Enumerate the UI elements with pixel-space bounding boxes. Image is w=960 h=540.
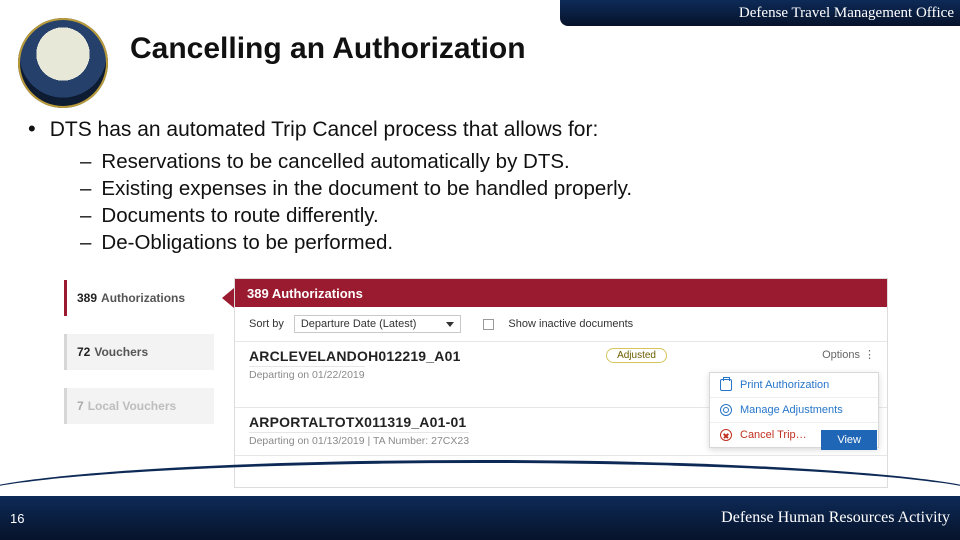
sidebar-item-authorizations[interactable]: 389 Authorizations [64, 280, 214, 316]
sidebar-label: Vouchers [94, 345, 148, 359]
sort-row: Sort by Departure Date (Latest) Show ina… [235, 307, 887, 342]
sub-bullet: Reservations to be cancelled automatical… [80, 150, 932, 174]
sidebar-item-vouchers[interactable]: 72 Vouchers [64, 334, 214, 370]
sub-bullets: Reservations to be cancelled automatical… [80, 150, 932, 255]
page-title: Cancelling an Authorization [130, 32, 526, 66]
sub-bullet: Documents to route differently. [80, 204, 932, 228]
dod-seal-icon [18, 18, 108, 108]
sort-label: Sort by [249, 318, 284, 330]
view-button[interactable]: View [821, 430, 877, 450]
sidebar-count: 389 [77, 291, 97, 305]
body-content: DTS has an automated Trip Cancel process… [28, 116, 932, 255]
doc-type-sidebar: 389 Authorizations 72 Vouchers 7 Local V… [64, 280, 214, 442]
sidebar-item-local-vouchers[interactable]: 7 Local Vouchers [64, 388, 214, 424]
menu-print-authorization[interactable]: Print Authorization [710, 373, 878, 398]
sort-select[interactable]: Departure Date (Latest) [294, 315, 462, 333]
sub-bullet: Existing expenses in the document to be … [80, 177, 932, 201]
dts-screenshot: 389 Authorizations 72 Vouchers 7 Local V… [60, 278, 890, 492]
sidebar-count: 7 [77, 399, 84, 413]
document-meta: Departing on 01/22/2019 [249, 366, 365, 381]
active-pointer-icon [222, 288, 234, 308]
print-icon [720, 379, 732, 391]
show-inactive-checkbox[interactable] [483, 319, 494, 330]
panel-header: 389 Authorizations [235, 279, 887, 307]
document-name: ARPORTALTOTX011319_A01-01 [249, 414, 873, 430]
options-trigger[interactable]: Options ⋮ [822, 348, 877, 361]
document-name: ARCLEVELANDOH012219_A01 [249, 348, 873, 364]
menu-label: Print Authorization [740, 379, 829, 391]
office-banner: Defense Travel Management Office [560, 0, 960, 26]
office-name: Defense Travel Management Office [739, 5, 954, 22]
document-row[interactable]: ARPORTALTOTX011319_A01-01 Departing on 0… [235, 408, 887, 456]
page-number: 16 [10, 511, 24, 526]
options-label: Options [822, 349, 860, 361]
status-badge: Adjusted [606, 348, 667, 363]
footer-org: Defense Human Resources Activity [721, 509, 950, 527]
footer: 16 Defense Human Resources Activity [0, 496, 960, 540]
document-meta: Departing on 01/13/2019 | TA Number: 27C… [249, 432, 469, 447]
sidebar-count: 72 [77, 345, 90, 359]
document-row[interactable]: ARCLEVELANDOH012219_A01 Departing on 01/… [235, 342, 887, 408]
sub-bullet: De-Obligations to be performed. [80, 231, 932, 255]
sidebar-label: Authorizations [101, 291, 185, 305]
lead-bullet: DTS has an automated Trip Cancel process… [28, 116, 932, 142]
sort-value: Departure Date (Latest) [301, 318, 417, 330]
show-inactive-label: Show inactive documents [508, 318, 633, 330]
kebab-icon: ⋮ [864, 349, 877, 361]
slide: Defense Travel Management Office Cancell… [0, 0, 960, 540]
documents-panel: 389 Authorizations Sort by Departure Dat… [234, 278, 888, 488]
sidebar-label: Local Vouchers [88, 399, 176, 413]
